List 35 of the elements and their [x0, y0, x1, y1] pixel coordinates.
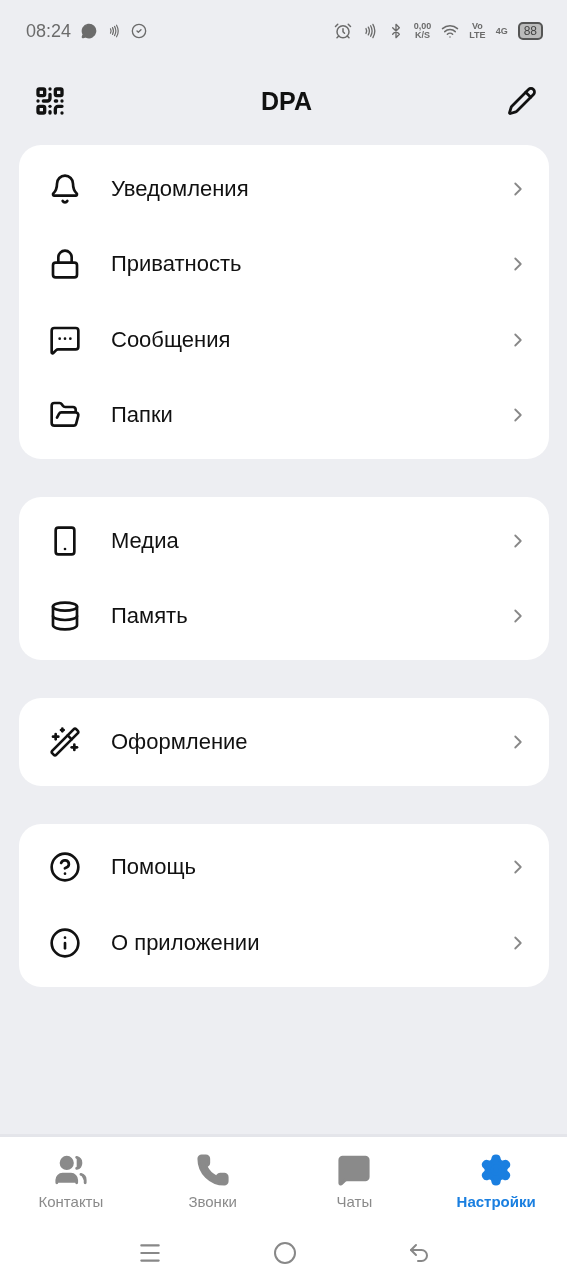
- settings-item[interactable]: Папки: [19, 377, 549, 453]
- chat-icon: [81, 23, 98, 39]
- speed-unit: K/S: [415, 31, 430, 40]
- settings-item[interactable]: Приватность: [19, 226, 549, 302]
- status-time: 08:24: [26, 20, 72, 42]
- check-icon: [131, 23, 148, 39]
- settings-item[interactable]: Медиа: [19, 503, 549, 579]
- bell-icon: [49, 172, 81, 205]
- settings-item[interactable]: Помощь: [19, 829, 549, 905]
- settings-item[interactable]: О приложении: [19, 905, 549, 981]
- help-icon: [49, 851, 81, 884]
- volte-label: Vo: [472, 22, 483, 31]
- battery-level: 88: [517, 22, 543, 40]
- network-type: 4G: [495, 26, 508, 36]
- info-icon: [49, 926, 81, 959]
- nav-tab[interactable]: Настройки: [425, 1137, 567, 1225]
- nav-tab[interactable]: Звонки: [141, 1137, 284, 1225]
- database-icon: [49, 600, 81, 633]
- settings-item[interactable]: Сообщения: [19, 302, 549, 378]
- phone-icon: [195, 1152, 230, 1187]
- settings-item[interactable]: Уведомления: [19, 151, 549, 227]
- nav-tab[interactable]: Контакты: [0, 1137, 142, 1225]
- wifi-icon: [441, 22, 460, 40]
- home-icon[interactable]: [272, 1240, 297, 1265]
- settings-item[interactable]: Память: [19, 578, 549, 654]
- qr-code-icon[interactable]: [34, 85, 66, 117]
- nfc-icon: [107, 24, 122, 38]
- magic-wand-icon: [49, 725, 81, 758]
- lock-icon: [49, 248, 81, 281]
- edit-icon[interactable]: [507, 86, 537, 116]
- header-title: DPA: [261, 86, 312, 116]
- network-speed: 0,00: [413, 22, 432, 31]
- alarm-icon: [333, 22, 352, 40]
- lte-label: LTE: [469, 31, 486, 40]
- settings-item[interactable]: Оформление: [19, 704, 549, 780]
